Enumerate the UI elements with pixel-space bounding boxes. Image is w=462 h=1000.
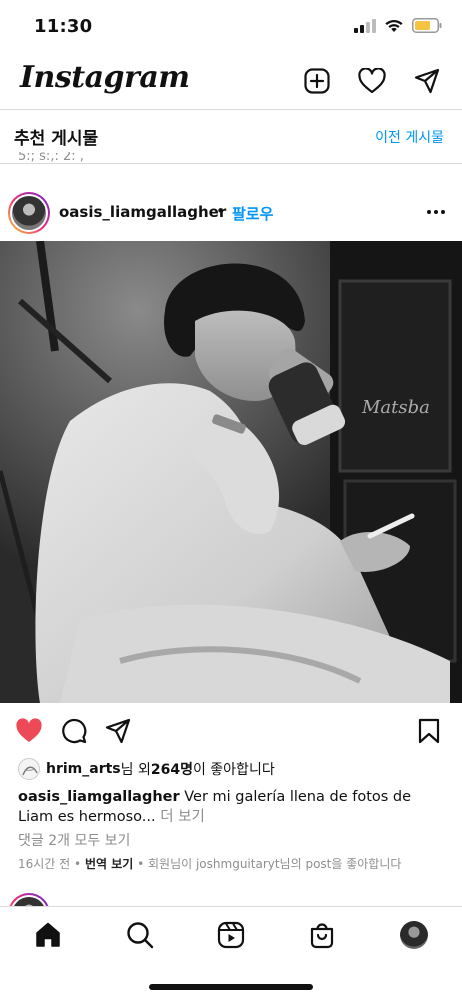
status-icons [354,18,442,33]
wifi-icon [385,19,403,32]
home-icon [36,922,60,947]
suggested-posts-title: 추천 게시물 [14,129,99,149]
nav-home[interactable] [32,919,64,951]
previous-posts-link[interactable]: 이전 게시물 [375,127,444,147]
follow-separator: • [216,202,225,220]
follow-button[interactable]: 팔로우 [232,203,273,224]
new-post-icon [304,68,330,94]
profile-avatar [400,921,428,949]
shop-icon [310,923,334,949]
more-dot-icon [427,210,431,214]
share-icon [105,718,131,744]
direct-icon [414,68,440,94]
comment-icon [62,718,87,744]
meta-separator: • [133,857,148,871]
liker-avatar [18,758,40,780]
bookmark-icon [418,718,440,744]
heart-icon [358,68,386,94]
svg-text:Matsba: Matsba [361,397,430,418]
more-dot-icon [441,210,445,214]
meta-separator: • [70,857,85,871]
post-action-bar [0,712,462,752]
post-avatar[interactable] [8,192,50,234]
likes-summary[interactable]: hrim_arts 님 외 264명 이 좋아합니다 [18,757,275,781]
home-indicator[interactable] [149,984,313,990]
save-button[interactable] [414,716,444,746]
avatar-image [12,196,46,230]
status-bar: 11:30 [0,0,462,56]
more-dot-icon [434,210,438,214]
new-post-button[interactable] [302,66,332,96]
app-header: Instagram [0,56,462,108]
caption-more-link[interactable]: 더 보기 [156,809,205,825]
comment-button[interactable] [59,716,89,746]
nav-shop[interactable] [306,919,338,951]
likes-middle-text: 님 외 [120,762,151,778]
direct-messages-button[interactable] [412,66,442,96]
nav-reels[interactable] [215,919,247,951]
translate-link[interactable]: 번역 보기 [85,857,133,871]
post-meta: 16시간 전 • 번역 보기 • 회원님이 joshmguitaryt님의 po… [18,855,401,872]
caption-username[interactable]: oasis_liamgallagher [18,789,180,805]
search-icon [127,922,154,949]
heart-filled-icon [16,718,42,742]
status-time: 11:30 [34,16,93,37]
post-username[interactable]: oasis_liamgallagher [59,203,226,221]
post-photo-illustration: Matsba [0,241,462,703]
liker-username[interactable]: hrim_arts [46,761,121,777]
view-all-comments-link[interactable]: 댓글 2개 모두 보기 [18,830,130,850]
reels-icon [217,921,245,949]
post-caption: oasis_liamgallagher Ver mi galería llena… [18,787,448,827]
instagram-logo[interactable]: Instagram [20,60,190,95]
post-photo[interactable]: Matsba [0,241,462,703]
suggested-divider [0,163,462,164]
like-button[interactable] [14,716,44,746]
liked-note: 회원님이 joshmguitaryt님의 post을 좋아합니다 [148,857,402,871]
signal-icon [354,18,376,33]
post-time: 16시간 전 [18,857,71,871]
post-header: oasis_liamgallagher • 팔로우 [0,190,462,236]
share-button[interactable] [103,716,133,746]
nav-search[interactable] [124,919,156,951]
activity-button[interactable] [357,66,387,96]
nav-profile[interactable] [398,919,430,951]
likes-suffix-text: 이 좋아합니다 [192,762,275,778]
battery-icon [412,18,442,33]
more-options-button[interactable] [424,200,448,224]
likes-count[interactable]: 264명 [151,759,193,779]
